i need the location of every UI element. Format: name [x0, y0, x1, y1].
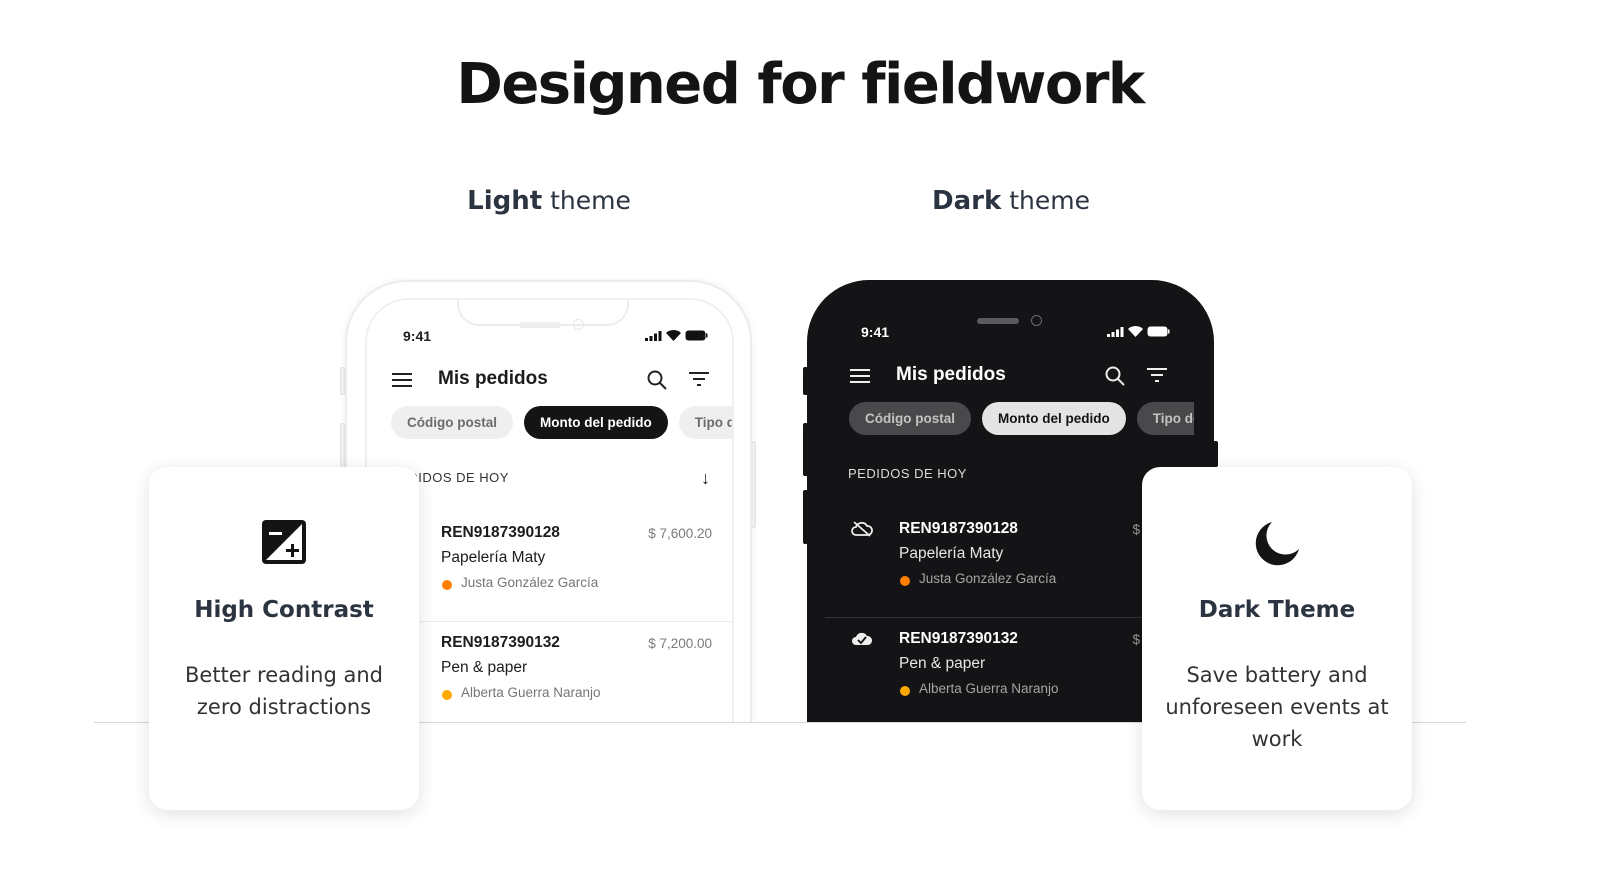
person-name: Alberta Guerra Naranjo — [461, 685, 601, 700]
section-label: PEDIDOS DE HOY — [848, 466, 967, 481]
status-dot — [442, 690, 452, 700]
search-icon[interactable] — [1105, 366, 1125, 386]
order-id: REN9187390132 — [899, 630, 1018, 647]
cloud-done-icon — [852, 632, 873, 645]
person-name: Justa González García — [461, 575, 599, 590]
filter-icon[interactable] — [1147, 368, 1167, 382]
search-icon[interactable] — [647, 370, 667, 390]
page-title: Mis pedidos — [896, 364, 1006, 385]
chip-tipo-de[interactable]: Tipo de — [678, 406, 732, 439]
chip-monto-del-pedido[interactable]: Monto del pedido — [524, 406, 668, 439]
status-dot — [442, 580, 452, 590]
order-id: REN9187390128 — [441, 524, 560, 541]
chip-tipo-de[interactable]: Tipo de — [1136, 402, 1194, 435]
status-icons — [645, 330, 708, 341]
status-dot — [900, 686, 910, 696]
chip-monto-del-pedido[interactable]: Monto del pedido — [982, 402, 1126, 435]
light-theme-label: Light theme — [399, 186, 699, 216]
menu-icon[interactable] — [850, 368, 870, 384]
filter-chips: Código postal Monto del pedido Tipo de — [849, 402, 1194, 435]
order-id: REN9187390132 — [441, 634, 560, 651]
sort-arrow-icon[interactable]: ↓ — [701, 468, 710, 489]
feature-card-dark-theme: Dark Theme Save battery and unforeseen e… — [1142, 467, 1412, 810]
speaker — [519, 322, 561, 328]
status-dot — [900, 576, 910, 586]
filter-chips: Código postal Monto del pedido Tipo de — [391, 406, 732, 439]
card-title: High Contrast — [194, 597, 374, 623]
battery-icon — [685, 330, 708, 341]
order-amount: $ 7,600.20 — [648, 526, 712, 541]
order-item[interactable]: REN9187390132 $ 7,200.00 Pen & paper Alb… — [367, 622, 732, 722]
status-icons — [1107, 326, 1170, 337]
signal-icon — [645, 330, 662, 341]
person-name: Alberta Guerra Naranjo — [919, 681, 1059, 696]
filter-icon[interactable] — [689, 372, 709, 386]
label-bold: Dark — [932, 186, 1002, 216]
status-time: 9:41 — [861, 324, 890, 340]
feature-card-high-contrast: High Contrast Better reading and zero di… — [149, 467, 419, 810]
wifi-icon — [666, 330, 681, 341]
order-item[interactable]: REN9187390128 $ 7,60 Papelería Maty Just… — [825, 508, 1194, 618]
store-name: Papelería Maty — [899, 545, 1004, 562]
chip-codigo-postal[interactable]: Código postal — [391, 406, 513, 439]
order-id: REN9187390128 — [899, 520, 1018, 537]
card-title: Dark Theme — [1198, 597, 1356, 623]
label-rest: theme — [1001, 186, 1090, 215]
store-name: Papelería Maty — [441, 549, 546, 566]
person-name: Justa González García — [919, 571, 1057, 586]
card-text: Save battery and unforeseen events at wo… — [1165, 663, 1389, 751]
store-name: Pen & paper — [899, 655, 986, 672]
camera — [573, 319, 584, 330]
camera — [1031, 315, 1042, 326]
signal-icon — [1107, 326, 1124, 337]
headline: Designed for fieldwork — [456, 52, 1145, 117]
order-amount: $ 7,200.00 — [648, 636, 712, 651]
chip-codigo-postal[interactable]: Código postal — [849, 402, 971, 435]
battery-icon — [1147, 326, 1170, 337]
speaker — [977, 318, 1019, 324]
status-time: 9:41 — [403, 328, 432, 344]
card-text: Better reading and zero distractions — [185, 663, 383, 719]
page-title: Mis pedidos — [438, 368, 548, 389]
dark-theme-label: Dark theme — [861, 186, 1161, 216]
store-name: Pen & paper — [441, 659, 528, 676]
order-item[interactable]: REN9187390128 $ 7,600.20 Papelería Maty … — [367, 512, 732, 622]
cloud-off-icon — [851, 521, 873, 537]
moon-icon — [1255, 522, 1299, 566]
order-item[interactable]: REN9187390132 $ 7,20 Pen & paper Alberta… — [825, 618, 1194, 722]
label-bold: Light — [467, 186, 543, 216]
menu-icon[interactable] — [392, 372, 412, 388]
high-contrast-icon — [262, 520, 306, 564]
label-rest: theme — [542, 186, 631, 215]
wifi-icon — [1128, 326, 1143, 337]
